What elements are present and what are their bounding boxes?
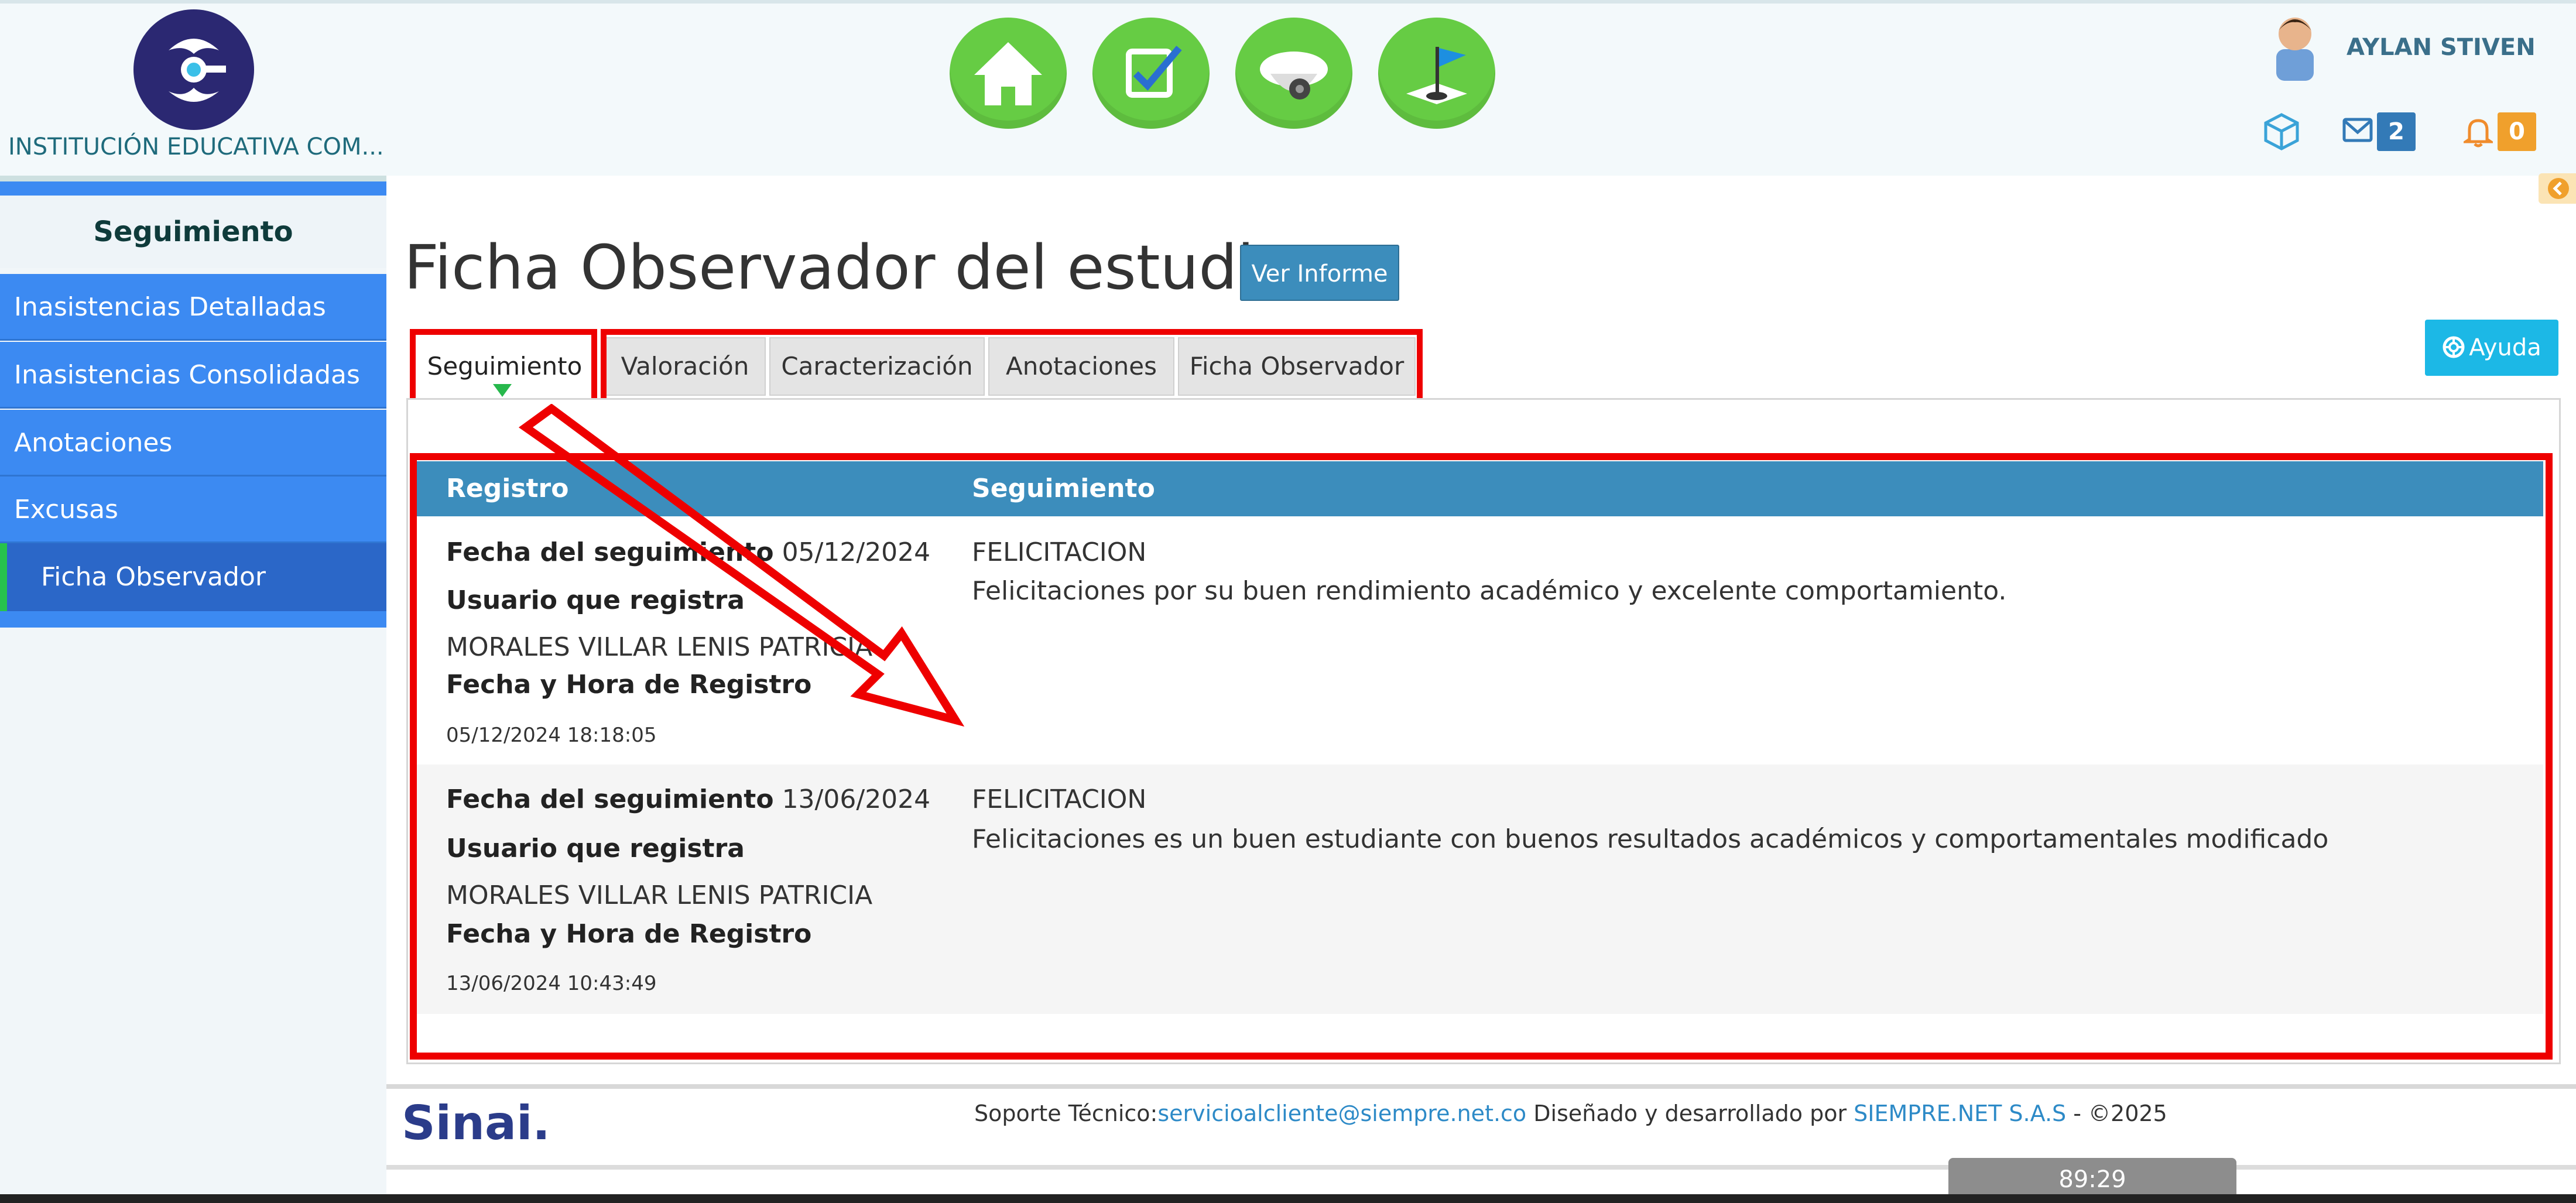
camera-icon: [1260, 52, 1328, 100]
sidebar-item-anotaciones[interactable]: Anotaciones: [0, 410, 386, 477]
copyright-text: - ©2025: [2066, 1101, 2167, 1126]
footer-bottom-border: [386, 1165, 2576, 1170]
lifebuoy-icon: [2442, 323, 2465, 358]
footer-text: Soporte Técnico:servicioalcliente@siempr…: [974, 1101, 2167, 1126]
highlight-box-active-tab: [410, 329, 597, 404]
flag-module-button[interactable]: [1378, 18, 1495, 129]
annotation-arrow-icon: [518, 404, 965, 727]
support-email-link[interactable]: servicioalcliente@siempre.net.co: [1157, 1101, 1526, 1126]
sidebar-item-inasistencias-consolidadas[interactable]: Inasistencias Consolidadas: [0, 342, 386, 409]
collapse-sidebar-icon[interactable]: [2539, 173, 2576, 204]
user-avatar[interactable]: [2265, 8, 2325, 81]
sinai-logo: Sinai.: [402, 1096, 550, 1150]
highlight-box-other-tabs: [601, 329, 1423, 404]
footer-top-border: [386, 1084, 2576, 1089]
sidebar-top-bar: [0, 176, 386, 196]
home-icon: [974, 42, 1042, 105]
ver-informe-button[interactable]: Ver Informe: [1240, 245, 1399, 301]
ayuda-label: Ayuda: [2469, 334, 2541, 361]
avatar-icon: [2276, 18, 2314, 81]
company-link[interactable]: SIEMPRE.NET S.A.S: [1854, 1101, 2066, 1126]
flag-icon: [1406, 47, 1467, 104]
support-label: Soporte Técnico:: [974, 1101, 1158, 1126]
mail-icon[interactable]: [2342, 117, 2373, 143]
ayuda-button[interactable]: Ayuda: [2425, 320, 2558, 376]
institution-logo[interactable]: [133, 9, 254, 130]
bell-icon[interactable]: [2461, 116, 2496, 148]
sidebar-item-ficha-observador[interactable]: Ficha Observador: [0, 543, 386, 611]
home-module-button[interactable]: [950, 18, 1067, 129]
checkbox-icon: [1126, 46, 1182, 98]
sidebar-title: Seguimiento: [0, 196, 386, 268]
institution-name: INSTITUCIÓN EDUCATIVA COM...: [8, 133, 384, 160]
screen-bottom-edge: [0, 1194, 2576, 1203]
sidebar-item-inasistencias-detalladas[interactable]: Inasistencias Detalladas: [0, 274, 386, 341]
user-name[interactable]: AYLAN STIVEN: [2347, 34, 2536, 61]
sidebar-item-excusas[interactable]: Excusas: [0, 477, 386, 543]
logo-graphic: [169, 39, 226, 102]
notifications-badge[interactable]: 0: [2498, 112, 2536, 151]
tasks-module-button[interactable]: [1092, 18, 1210, 129]
messages-badge[interactable]: 2: [2377, 112, 2416, 151]
cube-icon[interactable]: [2260, 110, 2303, 153]
sidebar-bottom-bar: [0, 611, 386, 628]
designed-by-text: Diseñado y desarrollado por: [1526, 1101, 1854, 1126]
camera-module-button[interactable]: [1235, 18, 1352, 129]
